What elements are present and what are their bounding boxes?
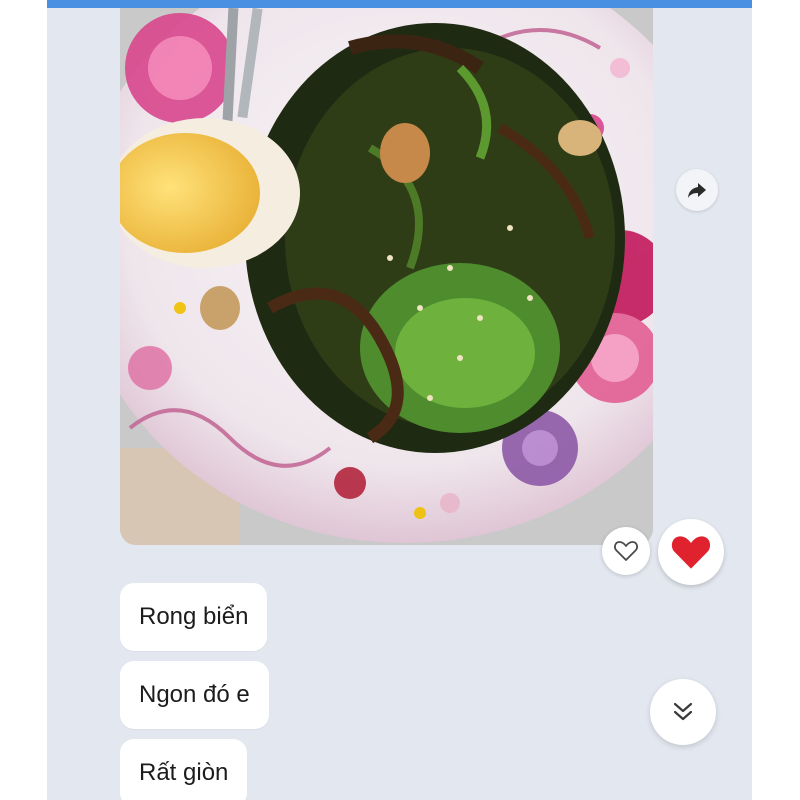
message-bubble[interactable]: Rất giòn <box>120 739 248 800</box>
heart-reaction-button[interactable] <box>602 527 650 575</box>
heart-outline-icon <box>614 541 638 561</box>
chat-thread: Rong biển Ngon đó e Rất giòn <box>47 0 752 800</box>
message-bubble[interactable]: Ngon đó e <box>120 661 269 729</box>
photo-image <box>120 8 653 545</box>
scroll-to-bottom-button[interactable] <box>650 679 716 745</box>
heart-reaction-badge[interactable] <box>658 519 724 585</box>
share-button[interactable] <box>676 169 718 211</box>
message-text: Rong biển <box>139 603 249 630</box>
message-text: Rất giòn <box>139 759 229 786</box>
share-arrow-icon <box>688 183 706 198</box>
double-chevron-down-icon <box>673 702 693 721</box>
photo-message[interactable] <box>120 8 653 545</box>
message-bubble[interactable]: Rong biển <box>120 583 268 651</box>
header-bar <box>47 0 752 8</box>
heart-filled-icon <box>671 536 711 569</box>
message-text: Ngon đó e <box>139 681 250 708</box>
